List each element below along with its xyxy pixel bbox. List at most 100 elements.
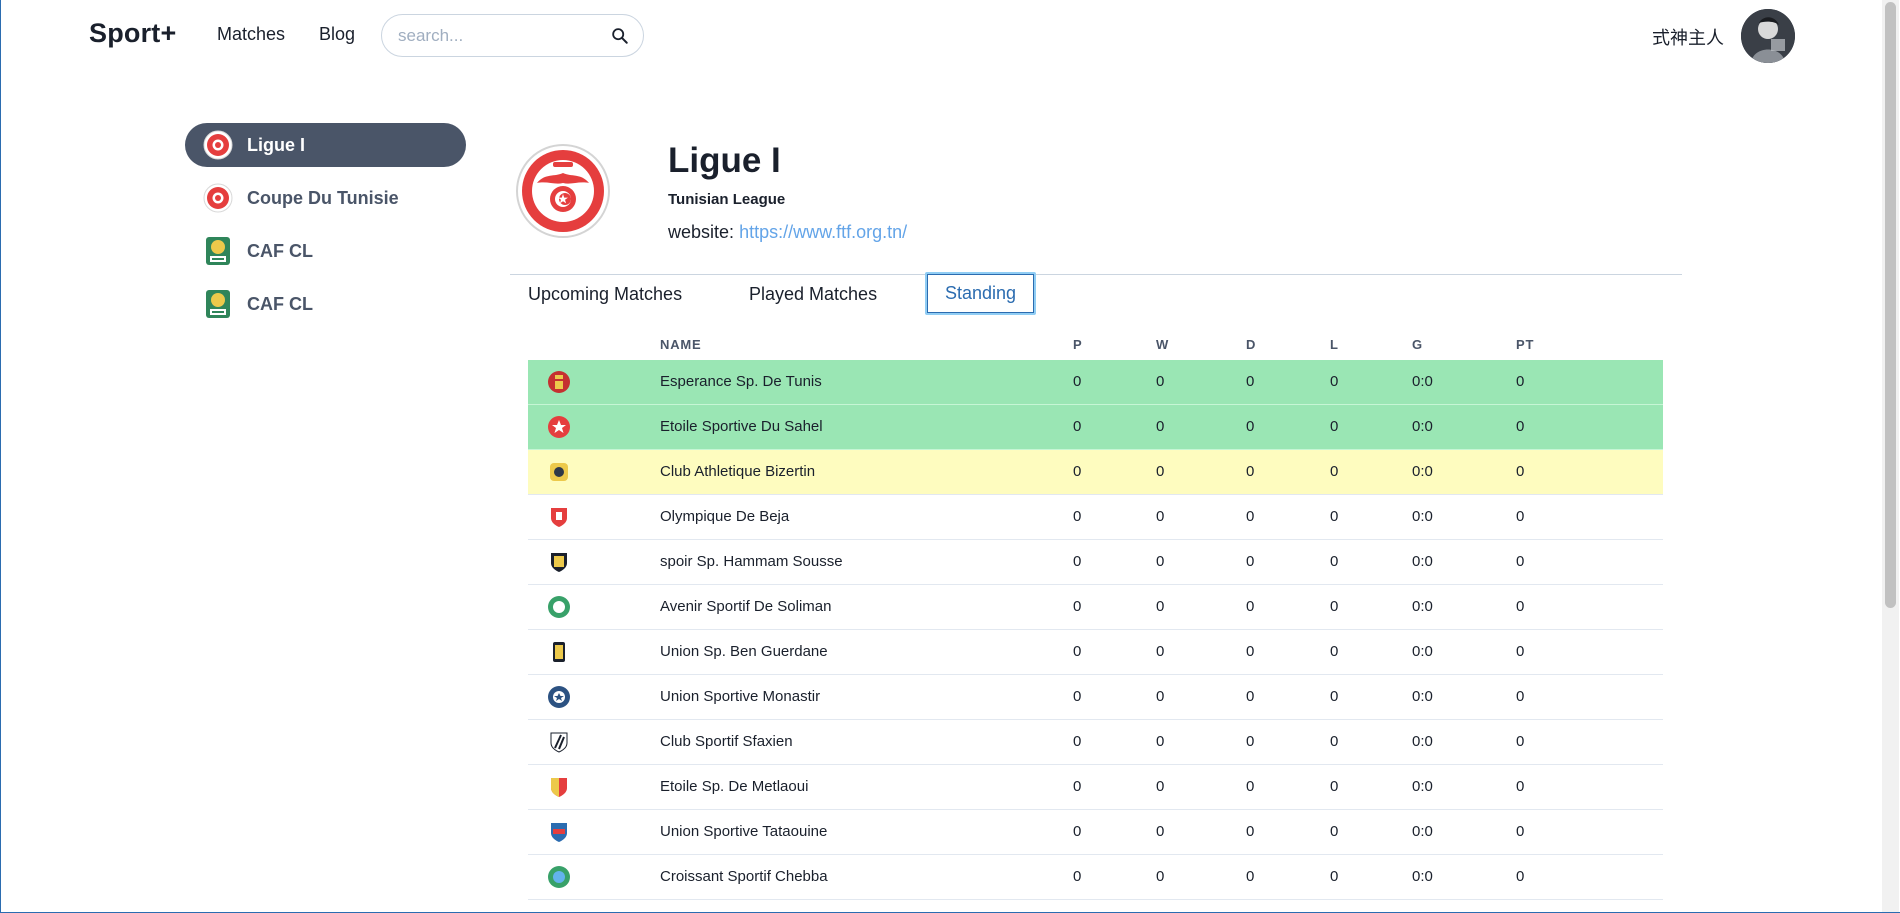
wins-value: 0 bbox=[1156, 373, 1165, 390]
ftf-logo-icon bbox=[203, 183, 233, 213]
table-row[interactable]: Etoile Sp. De Metlaoui 0 0 0 0 0:0 0 bbox=[528, 765, 1663, 810]
team-crest-icon bbox=[550, 463, 568, 481]
top-navbar: Sport+ Matches Blog 式神主人 bbox=[0, 0, 1882, 70]
team-crest-icon bbox=[551, 778, 567, 797]
tab-standing[interactable]: Standing bbox=[925, 272, 1037, 315]
table-row[interactable]: Esperance Sp. De Tunis 0 0 0 0 0:0 0 bbox=[528, 360, 1663, 405]
team-crest-icon bbox=[551, 823, 567, 842]
points-value: 0 bbox=[1516, 643, 1525, 660]
column-header-p: P bbox=[1073, 337, 1083, 352]
wins-value: 0 bbox=[1156, 463, 1165, 480]
draws-value: 0 bbox=[1246, 643, 1255, 660]
table-row[interactable]: Club Athletique Bizertin 0 0 0 0 0:0 0 bbox=[528, 450, 1663, 495]
goals-value: 0:0 bbox=[1412, 688, 1433, 705]
losses-value: 0 bbox=[1330, 418, 1339, 435]
sidebar-item-caf-cl[interactable]: CAF CL bbox=[185, 229, 466, 273]
losses-value: 0 bbox=[1330, 463, 1339, 480]
column-header-l: L bbox=[1330, 337, 1339, 352]
league-country: Tunisian League bbox=[668, 191, 786, 208]
losses-value: 0 bbox=[1330, 688, 1339, 705]
nav-blog-link[interactable]: Blog bbox=[319, 24, 355, 45]
search-input[interactable] bbox=[398, 25, 598, 47]
team-name[interactable]: Etoile Sportive Du Sahel bbox=[660, 418, 823, 435]
team-name[interactable]: Etoile Sp. De Metlaoui bbox=[660, 778, 808, 795]
table-row[interactable]: Union Sp. Ben Guerdane 0 0 0 0 0:0 0 bbox=[528, 630, 1663, 675]
sidebar-item-coupe-du-tunisie[interactable]: Coupe Du Tunisie bbox=[185, 176, 466, 220]
column-header-pt: PT bbox=[1516, 337, 1535, 352]
tab-upcoming-matches[interactable]: Upcoming Matches bbox=[510, 272, 700, 316]
username[interactable]: 式神主人 bbox=[1652, 24, 1724, 50]
team-name[interactable]: Olympique De Beja bbox=[660, 508, 789, 525]
tab-played-matches[interactable]: Played Matches bbox=[731, 272, 895, 316]
goals-value: 0:0 bbox=[1412, 868, 1433, 885]
scrollbar-thumb[interactable] bbox=[1885, 2, 1896, 608]
table-row[interactable]: Union Sportive Monastir 0 0 0 0 0:0 0 bbox=[528, 675, 1663, 720]
team-name[interactable]: Union Sportive Monastir bbox=[660, 688, 820, 705]
points-value: 0 bbox=[1516, 733, 1525, 750]
table-row[interactable]: Etoile Sportive Du Sahel 0 0 0 0 0:0 0 bbox=[528, 405, 1663, 450]
goals-value: 0:0 bbox=[1412, 553, 1433, 570]
search-icon[interactable] bbox=[611, 27, 629, 45]
standings-table: NAME P W D L G PT Esperance Sp. De Tunis… bbox=[528, 327, 1663, 900]
sidebar-item-label: Ligue I bbox=[247, 134, 305, 155]
draws-value: 0 bbox=[1246, 553, 1255, 570]
team-name[interactable]: spoir Sp. Hammam Sousse bbox=[660, 553, 843, 570]
team-name[interactable]: Club Sportif Sfaxien bbox=[660, 733, 793, 750]
goals-value: 0:0 bbox=[1412, 778, 1433, 795]
team-crest-icon bbox=[553, 642, 565, 662]
wins-value: 0 bbox=[1156, 508, 1165, 525]
column-header-g: G bbox=[1412, 337, 1423, 352]
sidebar-item-caf-cl[interactable]: CAF CL bbox=[185, 282, 466, 326]
wins-value: 0 bbox=[1156, 418, 1165, 435]
points-value: 0 bbox=[1516, 463, 1525, 480]
wins-value: 0 bbox=[1156, 598, 1165, 615]
losses-value: 0 bbox=[1330, 868, 1339, 885]
nav-matches-link[interactable]: Matches bbox=[217, 24, 285, 45]
avatar[interactable] bbox=[1741, 9, 1795, 63]
column-header-d: D bbox=[1246, 337, 1257, 352]
points-value: 0 bbox=[1516, 553, 1525, 570]
wins-value: 0 bbox=[1156, 823, 1165, 840]
sidebar-item-ligue-1[interactable]: Ligue I bbox=[185, 123, 466, 167]
points-value: 0 bbox=[1516, 868, 1525, 885]
points-value: 0 bbox=[1516, 598, 1525, 615]
played-value: 0 bbox=[1073, 373, 1082, 390]
points-value: 0 bbox=[1516, 688, 1525, 705]
table-row[interactable]: Olympique De Beja 0 0 0 0 0:0 0 bbox=[528, 495, 1663, 540]
draws-value: 0 bbox=[1246, 373, 1255, 390]
table-body: Esperance Sp. De Tunis 0 0 0 0 0:0 0 Etoile Spo… bbox=[528, 360, 1663, 900]
played-value: 0 bbox=[1073, 823, 1082, 840]
team-name[interactable]: Union Sportive Tataouine bbox=[660, 823, 827, 840]
losses-value: 0 bbox=[1330, 778, 1339, 795]
team-name[interactable]: Avenir Sportif De Soliman bbox=[660, 598, 831, 615]
played-value: 0 bbox=[1073, 553, 1082, 570]
losses-value: 0 bbox=[1330, 598, 1339, 615]
points-value: 0 bbox=[1516, 508, 1525, 525]
table-row[interactable]: spoir Sp. Hammam Sousse 0 0 0 0 0:0 0 bbox=[528, 540, 1663, 585]
team-crest-icon bbox=[548, 371, 570, 393]
losses-value: 0 bbox=[1330, 553, 1339, 570]
page-scrollbar[interactable] bbox=[1882, 0, 1899, 912]
draws-value: 0 bbox=[1246, 463, 1255, 480]
table-row[interactable]: Club Sportif Sfaxien 0 0 0 0 0:0 0 bbox=[528, 720, 1663, 765]
team-crest-icon bbox=[548, 596, 570, 618]
search-box bbox=[381, 14, 644, 57]
brand-logo[interactable]: Sport+ bbox=[89, 18, 176, 49]
avatar-image bbox=[1741, 9, 1795, 63]
played-value: 0 bbox=[1073, 868, 1082, 885]
table-row[interactable]: Union Sportive Tataouine 0 0 0 0 0:0 0 bbox=[528, 810, 1663, 855]
goals-value: 0:0 bbox=[1412, 823, 1433, 840]
team-crest-icon bbox=[548, 416, 570, 438]
column-header-name: NAME bbox=[660, 337, 702, 352]
sidebar-item-label: CAF CL bbox=[247, 293, 313, 314]
wins-value: 0 bbox=[1156, 643, 1165, 660]
website-link[interactable]: https://www.ftf.org.tn/ bbox=[739, 222, 907, 242]
table-row[interactable]: Avenir Sportif De Soliman 0 0 0 0 0:0 0 bbox=[528, 585, 1663, 630]
team-name[interactable]: Croissant Sportif Chebba bbox=[660, 868, 828, 885]
goals-value: 0:0 bbox=[1412, 508, 1433, 525]
team-name[interactable]: Club Athletique Bizertin bbox=[660, 463, 815, 480]
team-name[interactable]: Esperance Sp. De Tunis bbox=[660, 373, 822, 390]
team-name[interactable]: Union Sp. Ben Guerdane bbox=[660, 643, 828, 660]
wins-value: 0 bbox=[1156, 688, 1165, 705]
table-row[interactable]: Croissant Sportif Chebba 0 0 0 0 0:0 0 bbox=[528, 855, 1663, 900]
